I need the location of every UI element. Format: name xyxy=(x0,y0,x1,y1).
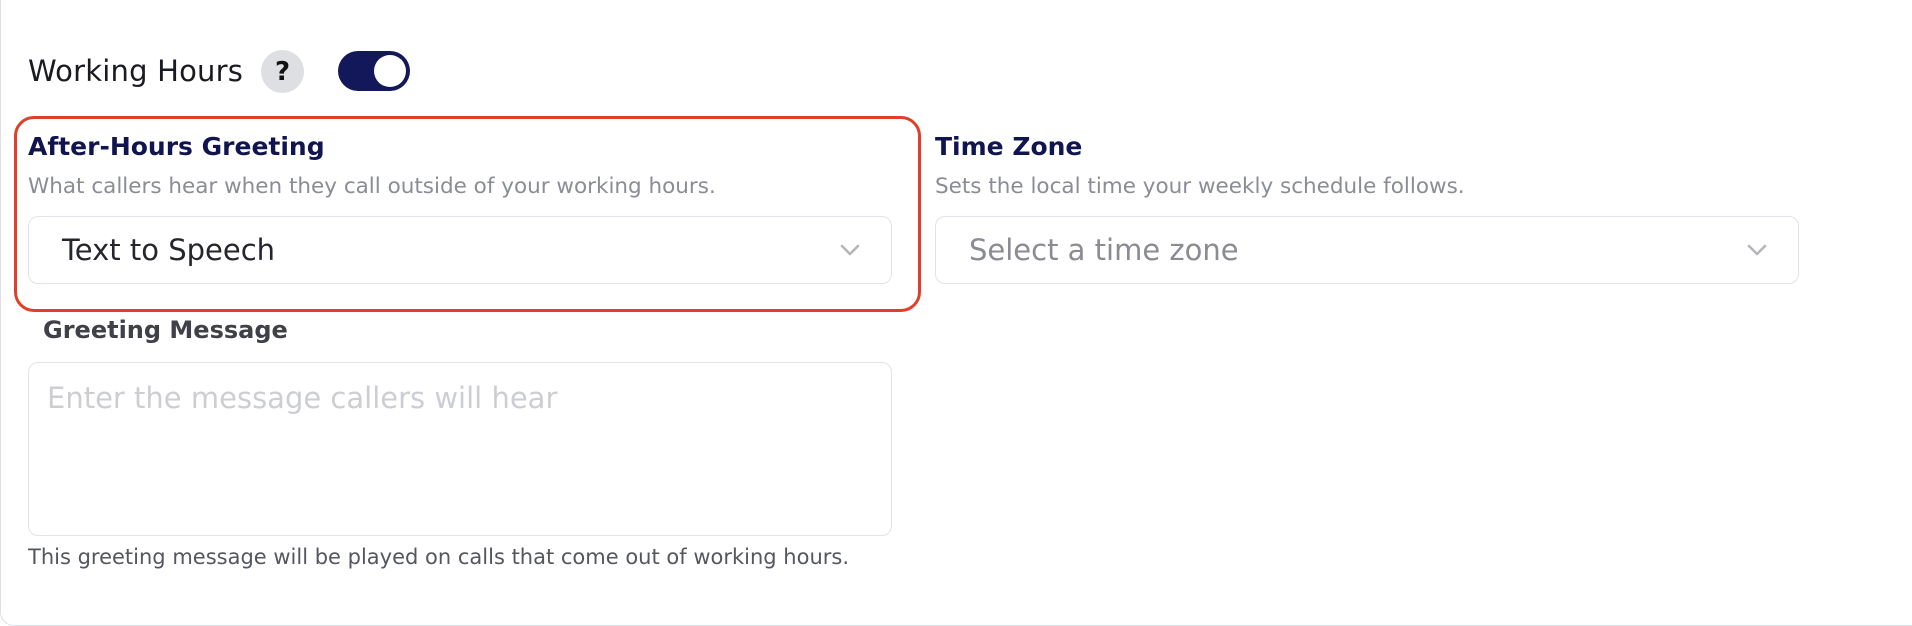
chevron-down-icon xyxy=(840,244,860,256)
after-hours-greeting-title: After-Hours Greeting xyxy=(28,132,325,161)
time-zone-help: Sets the local time your weekly schedule… xyxy=(935,174,1465,199)
greeting-message-label: Greeting Message xyxy=(43,316,288,344)
time-zone-placeholder: Select a time zone xyxy=(969,233,1239,267)
section-title: Working Hours xyxy=(28,54,244,88)
time-zone-select[interactable]: Select a time zone xyxy=(935,216,1799,284)
after-hours-greeting-select[interactable]: Text to Speech xyxy=(28,216,892,284)
greeting-message-footnote: This greeting message will be played on … xyxy=(28,545,849,569)
question-mark-icon: ? xyxy=(274,56,291,87)
toggle-knob xyxy=(374,55,406,87)
time-zone-title: Time Zone xyxy=(935,132,1083,161)
greeting-message-placeholder: Enter the message callers will hear xyxy=(47,381,558,415)
section-header: Working Hours xyxy=(28,48,243,94)
after-hours-greeting-value: Text to Speech xyxy=(62,233,276,267)
help-button[interactable]: ? xyxy=(261,50,304,93)
working-hours-toggle[interactable] xyxy=(338,51,410,91)
after-hours-greeting-help: What callers hear when they call outside… xyxy=(28,174,716,199)
chevron-down-icon xyxy=(1747,244,1767,256)
greeting-message-input[interactable]: Enter the message callers will hear xyxy=(28,362,892,536)
